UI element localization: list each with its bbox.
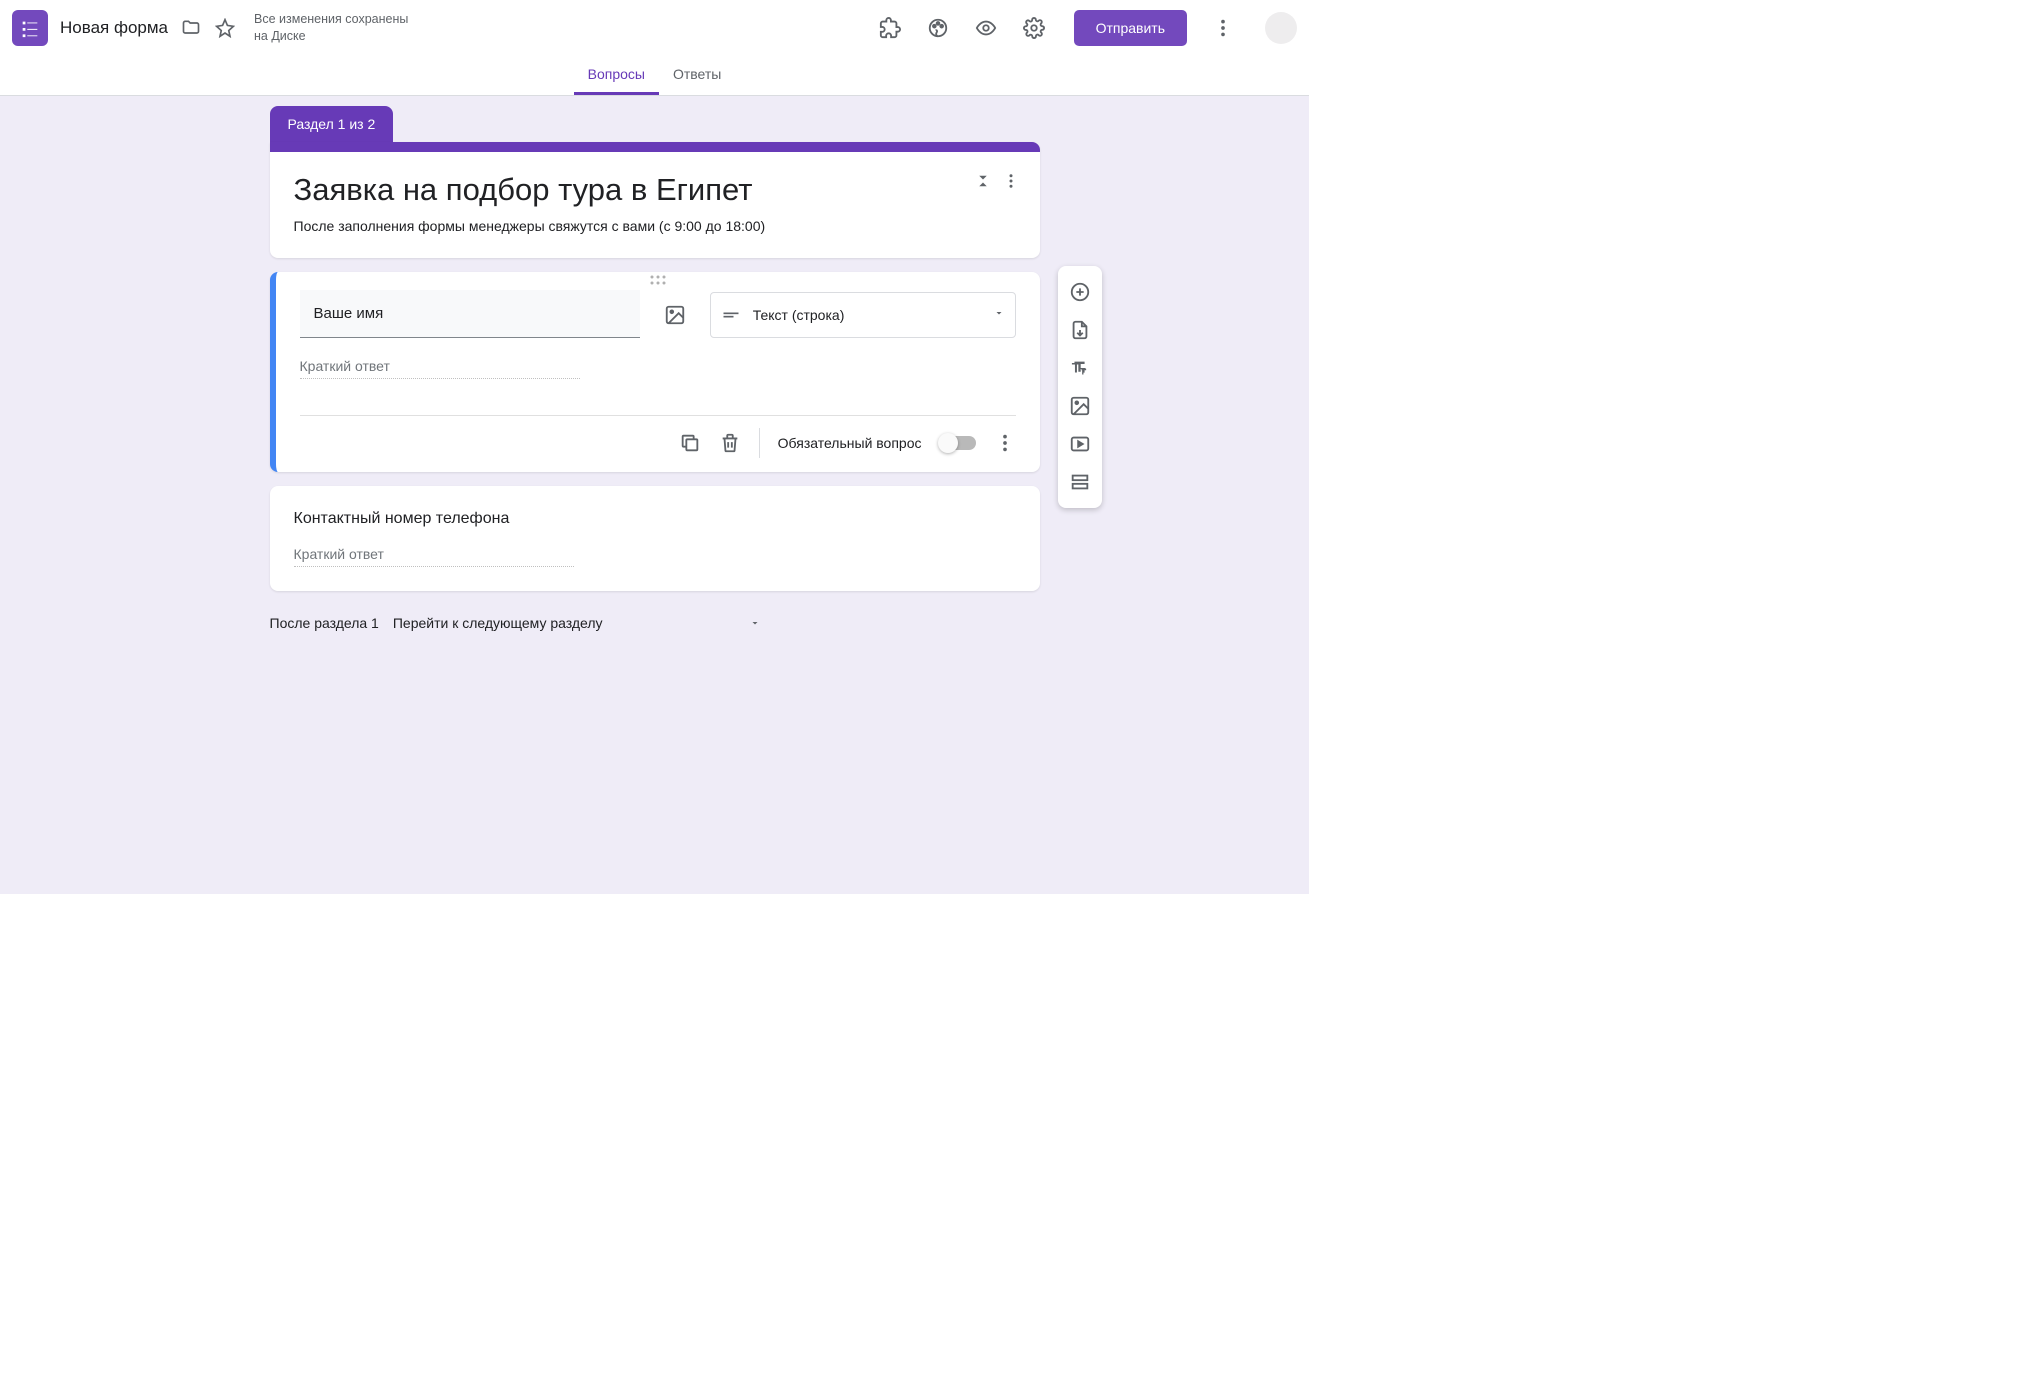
add-section-icon[interactable] — [1062, 464, 1098, 500]
add-title-icon[interactable]: TT — [1062, 350, 1098, 386]
answer-placeholder: Краткий ответ — [294, 546, 574, 567]
svg-text:T: T — [1080, 366, 1086, 376]
after-section-row: После раздела 1 Перейти к следующему раз… — [270, 605, 1040, 657]
question-type-select[interactable]: Текст (строка) — [710, 292, 1016, 338]
tab-responses[interactable]: Ответы — [659, 56, 735, 95]
question-card[interactable]: Контактный номер телефона Краткий ответ — [270, 486, 1040, 591]
after-section-select[interactable]: Перейти к следующему разделу — [393, 609, 773, 637]
form-title-card[interactable]: Заявка на подбор тура в Египет После зап… — [270, 142, 1040, 258]
settings-icon[interactable] — [1016, 10, 1052, 46]
collapse-icon[interactable] — [974, 172, 992, 195]
add-image-icon[interactable] — [1062, 388, 1098, 424]
card-more-icon[interactable] — [1002, 172, 1020, 195]
add-question-icon[interactable] — [1062, 274, 1098, 310]
question-type-label: Текст (строка) — [753, 307, 981, 323]
add-image-icon[interactable] — [654, 294, 696, 336]
form-title[interactable]: Заявка на подбор тура в Египет — [294, 172, 1016, 208]
user-avatar[interactable] — [1265, 12, 1297, 44]
send-button[interactable]: Отправить — [1074, 10, 1187, 46]
delete-icon[interactable] — [719, 432, 741, 454]
tabs: Вопросы Ответы — [0, 56, 1309, 96]
drag-handle-icon[interactable] — [276, 272, 1040, 288]
question-card-active[interactable]: Текст (строка) Краткий ответ — [270, 272, 1040, 472]
duplicate-icon[interactable] — [679, 432, 701, 454]
forms-app-icon[interactable] — [12, 10, 48, 46]
required-toggle[interactable] — [940, 436, 976, 450]
short-text-icon — [721, 305, 741, 325]
folder-icon[interactable] — [180, 17, 202, 39]
preview-icon[interactable] — [968, 10, 1004, 46]
answer-placeholder: Краткий ответ — [300, 358, 580, 379]
canvas: Раздел 1 из 2 Заявка на подбор тура в Ег… — [0, 96, 1309, 894]
question-title[interactable]: Контактный номер телефона — [294, 510, 1016, 528]
addons-icon[interactable] — [872, 10, 908, 46]
side-toolbar: TT — [1058, 266, 1102, 508]
document-title[interactable]: Новая форма — [60, 18, 168, 38]
required-label: Обязательный вопрос — [778, 435, 922, 451]
import-questions-icon[interactable] — [1062, 312, 1098, 348]
more-options-icon[interactable] — [1205, 10, 1241, 46]
header: Новая форма Все изменения сохранены на Д… — [0, 0, 1309, 56]
section-badge: Раздел 1 из 2 — [270, 106, 394, 142]
after-section-label: После раздела 1 — [270, 615, 379, 631]
dropdown-arrow-icon — [993, 306, 1005, 324]
dropdown-arrow-icon — [749, 617, 761, 629]
title-accent-bar — [270, 142, 1040, 152]
star-icon[interactable] — [214, 17, 236, 39]
tab-questions[interactable]: Вопросы — [574, 56, 659, 95]
theme-icon[interactable] — [920, 10, 956, 46]
save-status: Все изменения сохранены на Диске — [254, 11, 408, 45]
add-video-icon[interactable] — [1062, 426, 1098, 462]
question-more-icon[interactable] — [994, 432, 1016, 454]
question-text-input[interactable] — [300, 290, 640, 338]
form-description[interactable]: После заполнения формы менеджеры свяжутс… — [294, 218, 1016, 234]
divider — [759, 428, 760, 458]
